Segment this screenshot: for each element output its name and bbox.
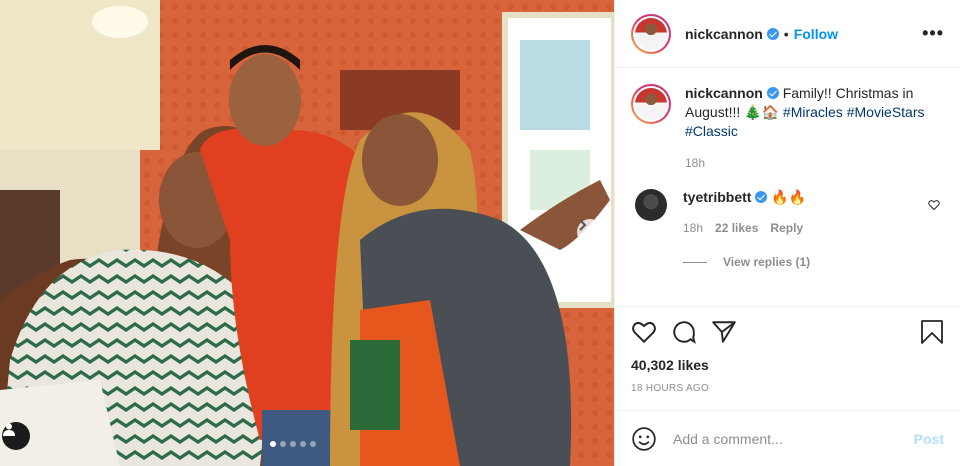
comment-like-icon[interactable] — [928, 199, 940, 211]
view-replies-label: View replies (1) — [723, 255, 811, 269]
avatar[interactable] — [631, 13, 671, 54]
emoji-icon[interactable] — [631, 426, 657, 452]
heart-icon[interactable] — [631, 319, 657, 345]
user-tag-icon — [3, 423, 15, 436]
comment-input[interactable] — [673, 430, 914, 447]
carousel-dot — [300, 441, 306, 447]
post-photo[interactable] — [0, 0, 614, 466]
carousel-dot — [290, 441, 296, 447]
verified-icon — [755, 191, 768, 203]
comments-section: nickcannon Family!! Christmas in August!… — [615, 68, 960, 306]
action-icons — [631, 317, 944, 347]
caption: nickcannon Family!! Christmas in August!… — [631, 84, 944, 173]
comment-username[interactable]: tyetribbett — [683, 189, 751, 205]
post-sidebar: nickcannon • Follow ••• nickcannon Famil… — [614, 0, 960, 466]
hashtag-link[interactable]: #MovieStars — [847, 104, 925, 120]
carousel-dots — [270, 441, 316, 447]
carousel-dot — [280, 441, 286, 447]
caption-time[interactable]: 18h — [685, 154, 925, 173]
hashtag-link[interactable]: #Classic — [685, 123, 738, 139]
instagram-post: nickcannon • Follow ••• nickcannon Famil… — [0, 0, 960, 466]
view-replies-button[interactable]: View replies (1) — [683, 255, 944, 269]
action-bar: 40,302 likes 18 HOURS AGO — [615, 306, 960, 394]
bookmark-icon[interactable] — [920, 319, 944, 345]
comment-avatar[interactable] — [635, 189, 667, 221]
chevron-right-icon — [579, 219, 587, 231]
post-comment-button[interactable]: Post — [914, 431, 944, 447]
comment-text: 🔥🔥 — [771, 189, 807, 205]
share-icon[interactable] — [711, 319, 737, 345]
more-icon[interactable]: ••• — [922, 23, 944, 44]
carousel-dot — [310, 441, 316, 447]
next-slide-button[interactable] — [577, 219, 603, 245]
post-header: nickcannon • Follow ••• — [615, 0, 960, 68]
caption-avatar[interactable] — [631, 84, 671, 124]
add-comment-bar: Post — [615, 410, 960, 466]
carousel-dot — [270, 441, 276, 447]
user-tag-button[interactable] — [2, 422, 30, 450]
post-timestamp[interactable]: 18 HOURS AGO — [631, 383, 944, 394]
caption-username[interactable]: nickcannon — [685, 85, 763, 101]
comment-body: tyetribbett 🔥🔥 18h 22 likes Reply — [683, 189, 806, 235]
hashtag-link[interactable]: #Miracles — [783, 104, 843, 120]
follow-button[interactable]: Follow — [794, 26, 838, 42]
separator: • — [783, 25, 789, 42]
replies-divider — [683, 261, 707, 263]
photo-illustration — [0, 0, 614, 466]
verified-icon — [766, 87, 779, 99]
header-username[interactable]: nickcannon — [685, 26, 763, 42]
comment-likes[interactable]: 22 likes — [715, 221, 758, 235]
comment-time[interactable]: 18h — [683, 221, 703, 235]
comment-meta: 18h 22 likes Reply — [683, 221, 806, 235]
caption-body: nickcannon Family!! Christmas in August!… — [685, 84, 925, 173]
comment-icon[interactable] — [671, 319, 697, 345]
comment-item: tyetribbett 🔥🔥 18h 22 likes Reply — [631, 189, 944, 235]
reply-button[interactable]: Reply — [770, 221, 803, 235]
verified-icon — [766, 27, 779, 40]
likes-count[interactable]: 40,302 likes — [631, 357, 944, 373]
